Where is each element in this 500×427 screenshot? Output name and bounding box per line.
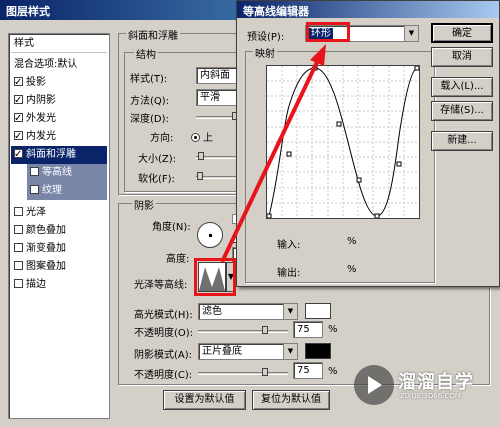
- play-icon: [368, 376, 382, 394]
- watermark-name: 溜溜自学: [398, 372, 474, 393]
- watermark-url: ZIXUE.3D66.COM: [400, 392, 461, 400]
- annotation-arrow-icon: [220, 44, 326, 263]
